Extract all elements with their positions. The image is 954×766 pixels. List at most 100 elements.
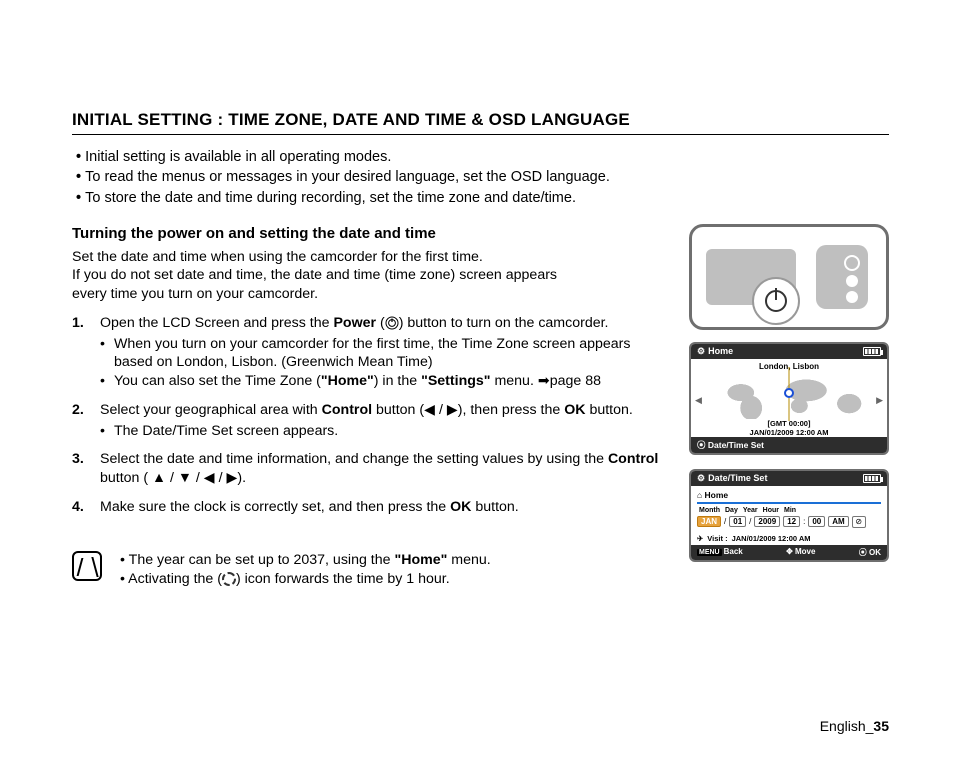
- col-min: Min: [784, 507, 796, 514]
- back-label: Back: [724, 547, 743, 556]
- gear-icon: ⚙: [697, 473, 705, 483]
- sub-item: You can also set the Time Zone ("Home") …: [100, 372, 667, 391]
- lcd-header: ⚙Home: [691, 344, 887, 359]
- field-values: JAN/ 01/ 2009 12: 00 AM ⊘: [697, 516, 881, 528]
- power-button-callout: [752, 277, 800, 325]
- location-marker: [784, 388, 794, 398]
- dst-gear-icon: [222, 572, 236, 586]
- steps-list: Open the LCD Screen and press the Power …: [72, 314, 667, 517]
- power-icon: [765, 290, 787, 312]
- intro-item: Initial setting is available in all oper…: [76, 147, 889, 167]
- camcorder-illustration: [689, 224, 889, 330]
- text: button.: [586, 402, 633, 418]
- text: every time you turn on your camcorder.: [72, 286, 318, 302]
- right-arrow-icon: ▶: [876, 395, 883, 406]
- col-hour: Hour: [763, 507, 779, 514]
- text: "Home": [394, 552, 447, 568]
- col-year: Year: [743, 507, 758, 514]
- text: OK: [564, 402, 585, 418]
- text: Control: [608, 451, 658, 467]
- sub-list: When you turn on your camcorder for the …: [100, 335, 667, 391]
- intro-item: To store the date and time during record…: [76, 188, 889, 208]
- text: ) in the: [374, 373, 421, 389]
- text: button (◀ / ▶), then press the: [372, 402, 564, 418]
- text: If you do not set date and time, the dat…: [72, 267, 557, 283]
- text: The year can be set up to 2037, using th…: [129, 552, 395, 568]
- text: Date/Time Set: [708, 440, 764, 450]
- intro-list: Initial setting is available in all oper…: [76, 147, 889, 208]
- note-item: Activating the () icon forwards the time…: [120, 570, 491, 589]
- home-row: ⌂ Home: [697, 490, 881, 500]
- text: Visit :: [707, 534, 727, 543]
- battery-icon: [863, 347, 881, 356]
- visit-datetime: JAN/01/2009 12:00 AM: [732, 534, 811, 543]
- power-icon: [385, 316, 399, 330]
- step-2: Select your geographical area with Contr…: [72, 401, 667, 440]
- text: "Settings": [421, 373, 490, 389]
- val-month: JAN: [697, 516, 721, 527]
- text: "Home": [321, 373, 374, 389]
- ok-label: OK: [869, 548, 881, 557]
- lcd-title: Date/Time Set: [708, 473, 767, 483]
- text: Select your geographical area with: [100, 402, 322, 418]
- step-1: Open the LCD Screen and press the Power …: [72, 314, 667, 391]
- plane-icon: ✈: [697, 534, 703, 543]
- gear-icon: ⚙: [697, 346, 705, 356]
- text: button.: [471, 499, 518, 515]
- text: You can also set the Time Zone (: [114, 373, 321, 389]
- left-arrow-icon: ◀: [695, 395, 702, 406]
- text: Select the date and time information, an…: [100, 451, 608, 467]
- page-number: 35: [873, 718, 889, 734]
- world-map: London, Lisbon ◀ ▶ [GMT 00:00] JAN/01/20…: [691, 359, 887, 437]
- gmt-label: [GMT 00:00]: [691, 419, 887, 428]
- val-ampm: AM: [828, 516, 848, 527]
- text: menu. ➡page 88: [491, 373, 602, 389]
- lcd-home-screen: ⚙Home London, Lisbon ◀ ▶ [GMT 00:00] JAN…: [689, 342, 889, 455]
- step-3: Select the date and time information, an…: [72, 450, 667, 487]
- text: Power: [333, 315, 376, 331]
- move-label: Move: [795, 547, 815, 556]
- sub-item: The Date/Time Set screen appears.: [100, 422, 667, 441]
- val-year: 2009: [754, 516, 780, 527]
- step-4: Make sure the clock is correctly set, an…: [72, 498, 667, 517]
- text: Home: [705, 490, 729, 500]
- content-column: Turning the power on and setting the dat…: [72, 224, 667, 589]
- illustration-column: ⚙Home London, Lisbon ◀ ▶ [GMT 00:00] JAN…: [689, 224, 889, 589]
- text: button ( ▲ / ▼ / ◀ / ▶).: [100, 470, 246, 486]
- lcd-header: ⚙Date/Time Set: [691, 471, 887, 486]
- page-footer: English_35: [820, 718, 889, 734]
- text: Set the date and time when using the cam…: [72, 249, 483, 265]
- lcd-footer: ⦿ Date/Time Set: [691, 437, 887, 453]
- note-item: The year can be set up to 2037, using th…: [120, 551, 491, 570]
- lcd-title: Home: [708, 346, 733, 356]
- text: OK: [450, 499, 471, 515]
- lead-paragraph: Set the date and time when using the cam…: [72, 248, 667, 304]
- lcd-footer: MENUBack ✥ Move ⦿ OK: [691, 545, 887, 560]
- visit-row: ✈ Visit : JAN/01/2009 12:00 AM: [697, 534, 881, 543]
- dst-icon: ⊘: [852, 516, 866, 528]
- battery-icon: [863, 474, 881, 483]
- val-day: 01: [729, 516, 746, 527]
- text: menu.: [447, 552, 490, 568]
- note-list: The year can be set up to 2037, using th…: [120, 551, 491, 589]
- text: Control: [322, 402, 372, 418]
- intro-item: To read the menus or messages in your de…: [76, 167, 889, 187]
- text: button to turn on the camcorder.: [403, 315, 608, 331]
- note-box: The year can be set up to 2037, using th…: [72, 551, 667, 589]
- sub-item: When you turn on your camcorder for the …: [100, 335, 667, 372]
- col-month: Month: [699, 507, 720, 514]
- menu-key-icon: MENU: [697, 549, 722, 556]
- text: Make sure the clock is correctly set, an…: [100, 499, 450, 515]
- field-headers: Month Day Year Hour Min: [697, 507, 881, 514]
- lcd-datetime-set-screen: ⚙Date/Time Set ⌂ Home Month Day Year Hou…: [689, 469, 889, 562]
- sub-list: The Date/Time Set screen appears.: [100, 422, 667, 441]
- val-hour: 12: [783, 516, 800, 527]
- text: English_: [820, 718, 874, 734]
- col-day: Day: [725, 507, 738, 514]
- text: Open the LCD Screen and press the: [100, 315, 333, 331]
- datetime-label: JAN/01/2009 12:00 AM: [691, 428, 887, 437]
- subheading: Turning the power on and setting the dat…: [72, 224, 667, 244]
- page-title: INITIAL SETTING : TIME ZONE, DATE AND TI…: [72, 110, 889, 135]
- home-icon: ⌂: [697, 490, 702, 500]
- note-icon: [72, 551, 102, 581]
